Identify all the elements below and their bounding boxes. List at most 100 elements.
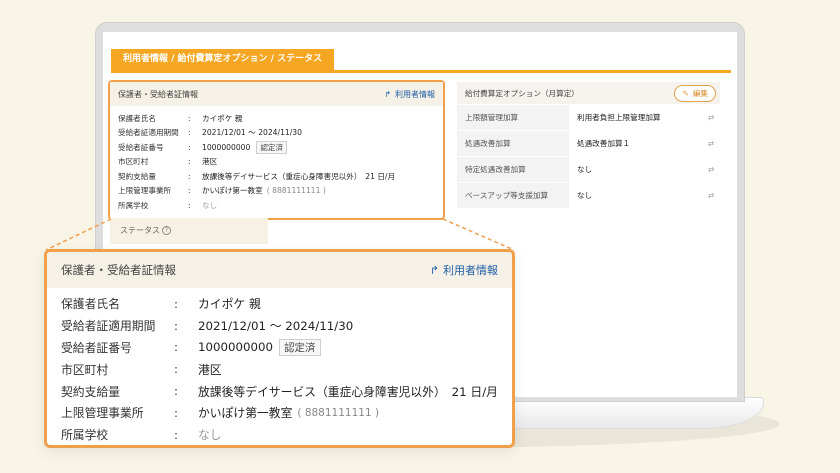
row-value: カイポケ 親 bbox=[202, 113, 243, 123]
row-value: 放課後等デイサービス（重症心身障害児以外） 21 日/月 bbox=[202, 171, 396, 181]
option-row: 上限額管理加算 利用者負担上限管理加算 ⇄ bbox=[457, 104, 720, 130]
row-value: 港区 bbox=[198, 362, 222, 377]
option-row: 特定処遇改善加算 なし ⇄ bbox=[457, 156, 720, 182]
option-value: なし bbox=[577, 165, 593, 174]
tab-user-info[interactable]: 利用者情報 / 給付費算定オプション / ステータス bbox=[111, 49, 335, 70]
row-guardian-name: 保護者氏名 : カイポケ 親 bbox=[61, 293, 498, 315]
row-separator: : bbox=[188, 186, 191, 196]
row-value: なし bbox=[198, 428, 222, 443]
option-row: ベースアップ等支援加算 なし ⇄ bbox=[457, 182, 720, 208]
row-label: 受給者証番号 bbox=[61, 340, 132, 355]
arrow-share-icon: ↱ bbox=[384, 89, 391, 99]
row-contract-amount: 契約支給量 : 放課後等デイサービス（重症心身障害児以外） 21 日/月 bbox=[61, 380, 498, 402]
office-number: ( 8881111111 ) bbox=[266, 186, 326, 196]
row-certificate-number: 受給者証番号 : 1000000000 認定済 bbox=[118, 140, 435, 155]
row-municipality: 市区町村 : 港区 bbox=[118, 155, 435, 170]
row-value: かいぽけ第一教室 bbox=[198, 406, 293, 421]
status-label: ステータス bbox=[120, 226, 160, 235]
row-guardian-name: 保護者氏名 : カイポケ 親 bbox=[118, 111, 435, 126]
row-label: 市区町村 bbox=[61, 362, 109, 377]
card-header: 保護者・受給者証情報 ↱ 利用者情報 bbox=[47, 252, 512, 288]
row-separator: : bbox=[188, 128, 191, 138]
row-separator: : bbox=[174, 318, 178, 333]
sync-icon[interactable]: ⇄ bbox=[702, 113, 720, 122]
card-header: 保護者・受給者証情報 ↱ 利用者情報 bbox=[110, 82, 443, 106]
row-value: なし bbox=[202, 200, 218, 210]
card-title: 保護者・受給者証情報 bbox=[61, 263, 176, 277]
card-rows: 保護者氏名 : カイポケ 親 受給者証適用期間 : 2021/12/01 〜 2… bbox=[47, 288, 512, 445]
row-value: 放課後等デイサービス（重症心身障害児以外） 21 日/月 bbox=[198, 384, 498, 399]
row-separator: : bbox=[174, 340, 178, 355]
row-separator: : bbox=[174, 427, 178, 442]
row-validity-period: 受給者証適用期間 : 2021/12/01 〜 2024/11/30 bbox=[61, 315, 498, 337]
option-key: ベースアップ等支援加算 bbox=[457, 183, 569, 208]
row-separator: : bbox=[188, 113, 191, 123]
row-school: 所属学校 : なし bbox=[61, 424, 498, 445]
user-info-link[interactable]: ↱ 利用者情報 bbox=[384, 89, 435, 100]
user-info-link-label: 利用者情報 bbox=[443, 264, 498, 277]
row-certificate-number: 受給者証番号 : 1000000000 認定済 bbox=[61, 337, 498, 359]
row-label: 保護者氏名 bbox=[61, 297, 120, 312]
sync-icon[interactable]: ⇄ bbox=[702, 165, 720, 174]
row-separator: : bbox=[188, 157, 191, 167]
row-separator: : bbox=[188, 142, 191, 152]
row-separator: : bbox=[174, 362, 178, 377]
card-rows: 保護者氏名 : カイポケ 親 受給者証適用期間 : 2021/12/01 〜 2… bbox=[110, 106, 443, 218]
row-label: 上限管理事業所 bbox=[118, 186, 172, 196]
office-number: ( 8881111111 ) bbox=[297, 406, 380, 419]
status-section: ステータス? bbox=[110, 218, 268, 244]
row-label: 受給者証適用期間 bbox=[61, 319, 156, 334]
row-school: 所属学校 : なし bbox=[118, 198, 435, 213]
option-value: 利用者負担上限管理加算 bbox=[577, 113, 661, 122]
row-label: 受給者証番号 bbox=[118, 142, 164, 152]
option-key: 特定処遇改善加算 bbox=[457, 157, 569, 182]
row-value: かいぽけ第一教室 bbox=[202, 186, 263, 196]
option-key: 上限額管理加算 bbox=[457, 105, 569, 130]
row-value: 港区 bbox=[202, 157, 218, 167]
options-header: 給付費算定オプション（月算定） ✎ 編集 bbox=[457, 82, 720, 104]
row-label: 所属学校 bbox=[118, 200, 149, 210]
row-value: カイポケ 親 bbox=[198, 297, 261, 312]
guardian-card-zoomed: 保護者・受給者証情報 ↱ 利用者情報 保護者氏名 : カイポケ 親 受給者証適用… bbox=[44, 249, 515, 448]
row-value: 2021/12/01 〜 2024/11/30 bbox=[198, 319, 354, 334]
option-key: 処遇改善加算 bbox=[457, 131, 569, 156]
row-label: 上限管理事業所 bbox=[61, 406, 144, 421]
row-limit-office: 上限管理事業所 : かいぽけ第一教室 ( 8881111111 ) bbox=[118, 184, 435, 199]
row-separator: : bbox=[188, 171, 191, 181]
certified-badge: 認定済 bbox=[279, 338, 321, 356]
edit-button[interactable]: ✎ 編集 bbox=[674, 84, 716, 102]
certified-badge: 認定済 bbox=[256, 140, 288, 154]
pencil-icon: ✎ bbox=[682, 88, 689, 98]
guardian-card-small: 保護者・受給者証情報 ↱ 利用者情報 保護者氏名 : カイポケ 親 受給者証適用… bbox=[108, 80, 445, 220]
row-label: 所属学校 bbox=[61, 428, 109, 443]
option-row: 処遇改善加算 処遇改善加算１ ⇄ bbox=[457, 130, 720, 156]
row-contract-amount: 契約支給量 : 放課後等デイサービス（重症心身障害児以外） 21 日/月 bbox=[118, 169, 435, 184]
card-title: 保護者・受給者証情報 bbox=[118, 89, 198, 99]
row-value: 1000000000 bbox=[198, 340, 274, 355]
row-label: 契約支給量 bbox=[118, 171, 156, 181]
user-info-link[interactable]: ↱ 利用者情報 bbox=[430, 262, 498, 278]
sync-icon[interactable]: ⇄ bbox=[702, 191, 720, 200]
row-value: 2021/12/01 〜 2024/11/30 bbox=[202, 128, 302, 138]
arrow-share-icon: ↱ bbox=[429, 263, 439, 277]
row-separator: : bbox=[174, 405, 178, 420]
edit-button-label: 編集 bbox=[692, 88, 708, 98]
row-label: 市区町村 bbox=[118, 157, 149, 167]
row-limit-office: 上限管理事業所 : かいぽけ第一教室 ( 8881111111 ) bbox=[61, 402, 498, 424]
row-separator: : bbox=[188, 200, 191, 210]
user-info-link-label: 利用者情報 bbox=[395, 89, 435, 99]
sync-icon[interactable]: ⇄ bbox=[702, 139, 720, 148]
row-municipality: 市区町村 : 港区 bbox=[61, 358, 498, 380]
row-validity-period: 受給者証適用期間 : 2021/12/01 〜 2024/11/30 bbox=[118, 126, 435, 141]
question-circle-icon[interactable]: ? bbox=[162, 226, 171, 235]
row-separator: : bbox=[174, 384, 178, 399]
row-label: 保護者氏名 bbox=[118, 113, 156, 123]
billing-options-panel: 給付費算定オプション（月算定） ✎ 編集 上限額管理加算 利用者負担上限管理加算… bbox=[457, 82, 720, 212]
row-label: 契約支給量 bbox=[61, 384, 120, 399]
tab-bar: 利用者情報 / 給付費算定オプション / ステータス bbox=[111, 49, 731, 73]
option-value: 処遇改善加算１ bbox=[577, 139, 631, 148]
row-separator: : bbox=[174, 296, 178, 311]
row-value: 1000000000 bbox=[202, 142, 251, 152]
options-title: 給付費算定オプション（月算定） bbox=[465, 88, 579, 98]
option-value: なし bbox=[577, 191, 593, 200]
